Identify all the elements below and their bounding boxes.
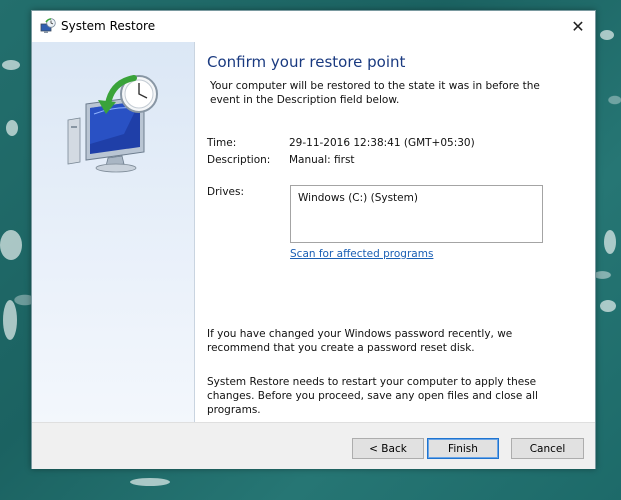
cancel-button[interactable]: Cancel: [511, 438, 584, 459]
time-label: Time:: [207, 137, 237, 149]
paint-splatter: [3, 300, 17, 340]
window-title: System Restore: [61, 19, 156, 33]
computer-restore-clock-icon: [67, 75, 158, 173]
drives-list[interactable]: Windows (C:) (System): [290, 185, 543, 243]
paint-splatter: [604, 230, 616, 254]
time-value: 29-11-2016 12:38:41 (GMT+05:30): [289, 137, 475, 149]
sidebar-panel: [32, 42, 195, 422]
list-item[interactable]: Windows (C:) (System): [298, 192, 418, 204]
restart-note: System Restore needs to restart your com…: [207, 376, 538, 416]
scan-affected-programs-link[interactable]: Scan for affected programs: [290, 248, 433, 260]
system-restore-icon: [40, 18, 56, 33]
back-button[interactable]: < Back: [352, 438, 424, 459]
close-icon: ✕: [571, 17, 585, 36]
close-button[interactable]: ✕: [561, 11, 595, 42]
system-restore-window: System Restore ✕ Confirm your restore po…: [31, 10, 596, 469]
password-note: If you have changed your Windows passwor…: [207, 328, 513, 354]
intro-text: Your computer will be restored to the st…: [210, 80, 540, 106]
title-bar[interactable]: System Restore ✕: [32, 11, 595, 42]
page-title: Confirm your restore point: [207, 53, 406, 71]
button-bar: < Back Finish Cancel: [32, 422, 595, 469]
paint-splatter: [130, 478, 170, 486]
finish-button[interactable]: Finish: [427, 438, 499, 459]
main-content: Confirm your restore point Your computer…: [195, 42, 595, 422]
description-value: Manual: first: [289, 154, 355, 166]
paint-splatter: [2, 60, 20, 70]
paint-splatter: [6, 120, 18, 136]
description-label: Description:: [207, 154, 271, 166]
drives-label: Drives:: [207, 186, 245, 198]
paint-splatter: [600, 30, 614, 40]
paint-splatter: [600, 300, 616, 312]
paint-splatter: [0, 230, 22, 260]
